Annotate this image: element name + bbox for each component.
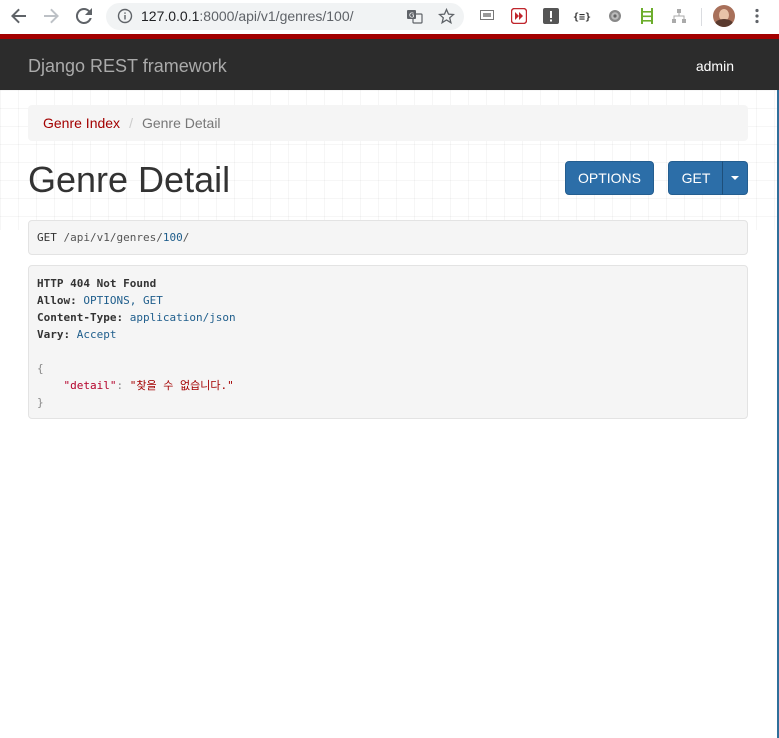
header-value: application/json xyxy=(129,311,236,324)
user-menu[interactable]: admin xyxy=(696,58,734,74)
header-name: Vary: xyxy=(37,328,71,341)
forward-arrow-icon[interactable] xyxy=(40,5,62,27)
response-status: HTTP 404 Not Found xyxy=(37,277,157,290)
extension-screen-icon[interactable] xyxy=(478,7,496,25)
main-content: Genre Index / Genre Detail Genre Detail OP… xyxy=(0,90,777,738)
json-key: "detail" xyxy=(63,379,117,392)
request-path-suffix: / xyxy=(182,231,190,244)
json-close-brace: } xyxy=(37,396,44,409)
breadcrumb-separator: / xyxy=(129,115,133,131)
request-info: GET /api/v1/genres/100/ xyxy=(28,220,748,255)
json-colon: : xyxy=(116,379,130,392)
json-open-brace: { xyxy=(37,362,44,375)
brand-link[interactable]: Django REST framework xyxy=(28,56,227,77)
extension-json-icon[interactable]: {≡} xyxy=(573,7,591,25)
extension-forward-icon[interactable] xyxy=(510,7,528,25)
request-path-id: 100 xyxy=(162,231,183,244)
profile-avatar[interactable] xyxy=(713,5,735,27)
breadcrumb-current: Genre Detail xyxy=(141,115,221,131)
header-name: Content-Type: xyxy=(37,311,124,324)
json-value: "찾을 수 없습니다." xyxy=(129,379,234,392)
toolbar-divider xyxy=(701,8,702,26)
header-value: Accept xyxy=(76,328,117,341)
menu-kebab-icon[interactable] xyxy=(748,7,766,25)
address-bar[interactable]: 127.0.0.1:8000/api/v1/genres/100/ G xyxy=(106,3,464,30)
svg-text:{≡}: {≡} xyxy=(573,12,591,23)
url-text: 127.0.0.1:8000/api/v1/genres/100/ xyxy=(141,8,354,24)
drf-navbar: Django REST framework admin xyxy=(0,34,779,90)
extension-gear-icon[interactable] xyxy=(606,7,624,25)
extension-ladder-icon[interactable] xyxy=(638,7,656,25)
browser-toolbar: 127.0.0.1:8000/api/v1/genres/100/ G {≡} xyxy=(0,0,779,35)
header-name: Allow: xyxy=(37,294,77,307)
header-value: OPTIONS, GET xyxy=(83,294,163,307)
extension-sitemap-icon[interactable] xyxy=(670,7,688,25)
caret-down-icon xyxy=(731,176,739,180)
url-host: 127.0.0.1 xyxy=(141,8,200,24)
request-method: GET xyxy=(37,231,57,244)
options-button[interactable]: OPTIONS xyxy=(565,161,654,195)
back-arrow-icon[interactable] xyxy=(8,5,30,27)
get-format-dropdown-button[interactable] xyxy=(722,161,748,195)
page-title: Genre Detail xyxy=(28,159,231,200)
get-button[interactable]: GET xyxy=(668,161,724,195)
svg-text:G: G xyxy=(409,12,414,20)
reload-icon[interactable] xyxy=(73,5,95,27)
translate-icon[interactable]: G xyxy=(406,8,423,30)
request-path-prefix: /api/v1/genres/ xyxy=(63,231,163,244)
bookmark-star-icon[interactable] xyxy=(437,7,456,30)
info-icon[interactable] xyxy=(117,8,133,29)
response-info: HTTP 404 Not Found Allow: OPTIONS, GET C… xyxy=(28,265,748,419)
breadcrumb: Genre Index / Genre Detail xyxy=(28,105,748,141)
breadcrumb-genre-index-link[interactable]: Genre Index xyxy=(43,115,120,131)
url-path: :8000/api/v1/genres/100/ xyxy=(199,8,354,24)
extension-alert-icon[interactable] xyxy=(542,7,560,25)
